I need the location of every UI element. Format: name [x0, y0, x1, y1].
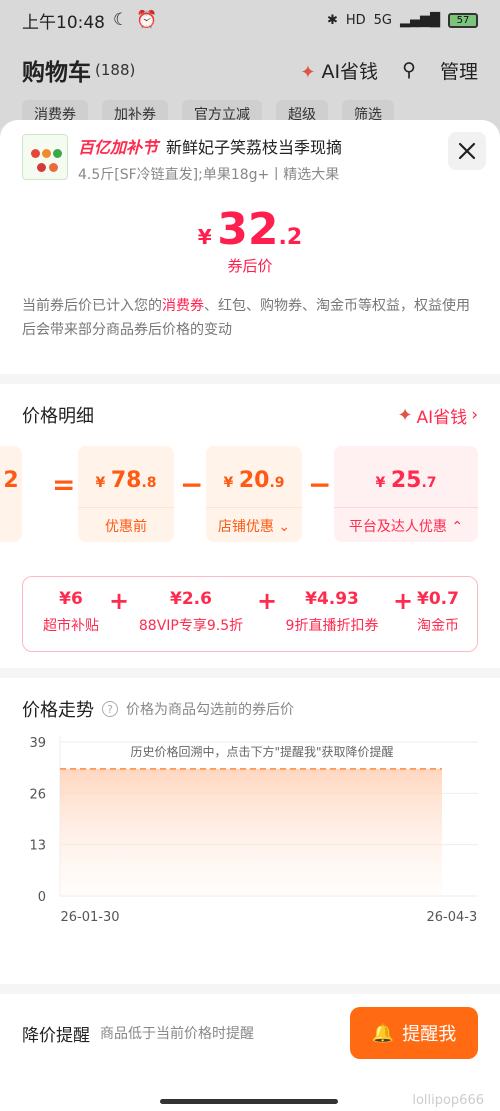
chevron-down-icon: ⌄ [278, 519, 291, 535]
breakdown-label: 超市补贴 [43, 618, 99, 634]
equals-sign: = [52, 468, 76, 501]
breakdown-item: ¥2.6 88VIP专享9.5折 [129, 589, 253, 635]
original-integer: 78 [110, 468, 142, 493]
price-detail-card: 价格明细 ✦ AI省钱 › 2 = ¥ 78.8 优惠前 − ¥ 20.9 店铺… [0, 384, 500, 668]
price-detail-title: 价格明细 [22, 406, 94, 427]
shop-label: 店铺优惠 [217, 519, 274, 535]
platform-discount-breakdown: ¥6 超市补贴 + ¥2.6 88VIP专享9.5折 + ¥4.93 9折直播折… [22, 576, 478, 652]
close-button[interactable] [448, 132, 486, 170]
platform-integer: 25 [390, 468, 422, 493]
y-tick-label: 26 [29, 787, 46, 802]
y-tick-label: 39 [29, 736, 46, 751]
final-price: ¥ 32.2 [22, 204, 478, 255]
trend-hint: 历史价格回溯中，点击下方"提醒我"获取降价提醒 [130, 744, 393, 759]
plus-sign: + [109, 587, 130, 615]
price-alert-subtitle: 商品低于当前价格时提醒 [100, 1026, 254, 1042]
ai-sparkle-icon: ✦ [300, 61, 316, 83]
breakdown-value: ¥2.6 [170, 589, 212, 609]
price-trend-card: 价格走势 ? 价格为商品勾选前的券后价 历史价格回溯中，点击下方"提醒我"获取降… [0, 678, 500, 984]
bell-icon: 🔔 [371, 1022, 395, 1044]
status-time: 上午10:48 [22, 12, 105, 33]
signal-icon: ▂▄▆█ [400, 12, 440, 28]
ai-sparkle-icon: ✦ [397, 404, 413, 426]
watermark: lollipop666 [412, 1093, 484, 1108]
breakdown-value: ¥4.93 [305, 589, 359, 609]
final-price-integer: 32 [217, 204, 279, 255]
x-tick-label: 26-04-30 [426, 910, 478, 925]
manage-button[interactable]: 管理 [440, 57, 478, 84]
alarm-icon: ⏰ [136, 10, 158, 30]
status-bar: 上午10:48 ☾ ⏰ ✱ HD 5G ▂▄▆█ 57 [0, 0, 500, 40]
platform-currency: ¥ [375, 475, 386, 491]
chevron-up-icon: ⌃ [451, 519, 464, 535]
chevron-right-icon: › [471, 405, 478, 425]
plus-sign: + [393, 587, 414, 615]
price-box-partial: 2 [0, 446, 22, 542]
remind-me-label: 提醒我 [402, 1024, 457, 1045]
breakdown-item: ¥6 超市补贴 [31, 589, 111, 635]
cart-title: 购物车 [22, 60, 91, 86]
breakdown-label: 淘金币 [417, 618, 459, 634]
partial-value: 2 [3, 468, 19, 493]
note-highlight[interactable]: 消费券 [162, 298, 204, 314]
festival-badge: 百亿加补节 [78, 138, 159, 157]
price-trend-chart: 历史价格回溯中，点击下方"提醒我"获取降价提醒 39 26 13 0 26-01-30… [29, 736, 478, 925]
breakdown-value: ¥0.7 [417, 589, 459, 609]
final-price-label: 券后价 [227, 257, 273, 275]
shop-currency: ¥ [223, 475, 234, 491]
product-spec: 4.5斤[SF冷链直发];单果18g+丨精选大果 [78, 167, 340, 183]
help-icon[interactable]: ? [102, 701, 118, 717]
home-indicator[interactable] [160, 1099, 338, 1104]
minus-sign: − [308, 468, 332, 501]
breakdown-label: 88VIP专享9.5折 [138, 618, 244, 634]
shop-decimal: .9 [269, 475, 285, 491]
cart-count: (188) [95, 61, 136, 79]
breakdown-item: ¥0.7 淘金币 [417, 589, 477, 635]
ai-save-label: AI省钱 [416, 407, 468, 428]
cart-ai-button[interactable]: ✦ AI省钱 [300, 57, 378, 84]
shop-integer: 20 [238, 468, 270, 493]
price-box-original: ¥ 78.8 优惠前 [78, 446, 174, 542]
product-thumbnail [22, 134, 68, 180]
y-tick-label: 0 [38, 890, 46, 905]
ai-save-link[interactable]: ✦ AI省钱 › [397, 403, 478, 428]
hd-icon: HD [345, 12, 366, 28]
price-box-shop-discount[interactable]: ¥ 20.9 店铺优惠 ⌄ [206, 446, 302, 542]
trend-area-fill [60, 768, 442, 896]
x-tick-label: 26-01-30 [60, 910, 119, 925]
price-alert-title: 降价提醒 [22, 1025, 90, 1046]
final-price-decimal: .2 [278, 225, 303, 250]
network-label: 5G [373, 12, 392, 28]
price-equation: 2 = ¥ 78.8 优惠前 − ¥ 20.9 店铺优惠 ⌄ − ¥ 25.7 … [0, 446, 500, 542]
platform-label: 平台及达人优惠 [348, 519, 447, 535]
cart-header: 购物车 (188) ✦ AI省钱 ⚲ 管理 [0, 40, 500, 100]
original-decimal: .8 [141, 475, 157, 491]
price-note: 当前券后价已计入您的消费券、红包、购物券、淘金币等权益，权益使用后会带来部分商品… [22, 294, 478, 342]
price-detail-sheet: 百亿加补节 新鲜妃子笑荔枝当季现摘 4.5斤[SF冷链直发];单果18g+丨精选… [0, 120, 500, 1111]
bluetooth-icon: ✱ [326, 12, 338, 28]
price-alert-card: 降价提醒 商品低于当前价格时提醒 🔔 提醒我 lollipop666 [0, 994, 500, 1111]
y-tick-label: 13 [29, 839, 46, 854]
price-trend-title: 价格走势 [22, 700, 94, 721]
plus-sign: + [257, 587, 278, 615]
note-pre: 当前券后价已计入您的 [22, 298, 162, 314]
battery-icon: 57 [448, 12, 478, 28]
platform-decimal: .7 [421, 475, 437, 491]
cart-ai-label: AI省钱 [321, 60, 379, 83]
original-label: 优惠前 [78, 507, 174, 536]
original-currency: ¥ [95, 475, 106, 491]
product-summary-card: 百亿加补节 新鲜妃子笑荔枝当季现摘 4.5斤[SF冷链直发];单果18g+丨精选… [0, 120, 500, 374]
remind-me-button[interactable]: 🔔 提醒我 [350, 1007, 478, 1059]
moon-icon: ☾ [113, 10, 129, 30]
search-icon[interactable]: ⚲ [402, 59, 416, 81]
breakdown-value: ¥6 [59, 589, 83, 609]
price-trend-subtitle: 价格为商品勾选前的券后价 [126, 702, 294, 718]
price-box-platform-discount[interactable]: ¥ 25.7 平台及达人优惠 ⌃ [334, 446, 478, 542]
close-icon [458, 142, 476, 160]
minus-sign: − [180, 468, 204, 501]
product-name: 新鲜妃子笑荔枝当季现摘 [166, 138, 343, 157]
breakdown-label: 9折直播折扣券 [285, 618, 379, 634]
breakdown-item: ¥4.93 9折直播折扣券 [277, 589, 387, 635]
final-price-currency: ¥ [197, 225, 212, 249]
